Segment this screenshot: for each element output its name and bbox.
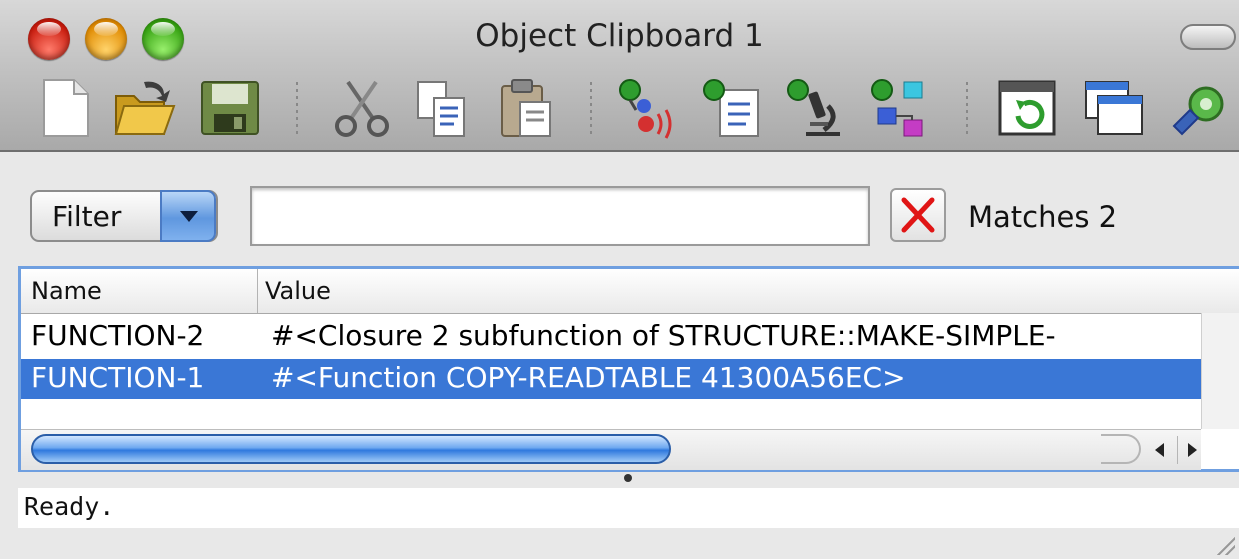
copy-icon[interactable] [410, 76, 470, 140]
splitter-grip[interactable] [624, 474, 632, 482]
scrollbar-thumb[interactable] [31, 434, 671, 464]
scroll-right-arrow-icon[interactable] [1177, 436, 1206, 464]
main-content: Filter Matches 2 Name Value FUNCTION-2 #… [0, 152, 1239, 559]
cell-name: FUNCTION-1 [31, 361, 205, 394]
new-window-icon[interactable] [1082, 76, 1143, 140]
inspect-graph-icon[interactable] [868, 76, 928, 140]
cell-name: FUNCTION-2 [31, 319, 205, 352]
matches-indicator: Matches 2 [968, 200, 1117, 234]
open-folder-icon[interactable] [112, 76, 176, 140]
filter-mode-label: Filter [52, 200, 122, 233]
vertical-scrollbar[interactable] [1201, 313, 1239, 429]
title-bar: Object Clipboard 1 [0, 0, 1239, 152]
clipboard-table: Name Value FUNCTION-2 #<Closure 2 subfun… [18, 266, 1239, 472]
table-header: Name Value [21, 269, 1239, 314]
close-icon [901, 197, 935, 233]
object-clipboard-window: Object Clipboard 1 Filter Matches 2 Name… [0, 0, 1239, 559]
column-header-value[interactable]: Value [265, 277, 331, 305]
column-divider[interactable] [257, 269, 258, 313]
toolbar-separator [590, 82, 592, 134]
resize-grip-icon[interactable] [1215, 535, 1235, 555]
inspect-signal-icon[interactable] [616, 76, 676, 140]
status-bar: Ready. [18, 488, 1239, 528]
chevron-down-icon[interactable] [160, 190, 216, 242]
cut-scissors-icon[interactable] [330, 76, 390, 140]
clear-filter-button[interactable] [890, 188, 946, 242]
toolbar-separator [296, 82, 298, 134]
matches-count: 2 [1098, 200, 1118, 234]
inspect-list-icon[interactable] [700, 76, 760, 140]
table-row-selected[interactable]: FUNCTION-1 #<Function COPY-READTABLE 413… [21, 359, 1201, 399]
filter-search-input[interactable] [250, 186, 870, 246]
save-disk-icon[interactable] [198, 76, 259, 140]
inspect-microscope-icon[interactable] [784, 76, 844, 140]
toolbar-toggle-button[interactable] [1180, 24, 1236, 50]
table-row[interactable]: FUNCTION-2 #<Closure 2 subfunction of ST… [21, 317, 1201, 357]
paste-icon[interactable] [494, 76, 554, 140]
matches-label: Matches [968, 200, 1090, 234]
window-title: Object Clipboard 1 [475, 18, 764, 54]
new-document-icon[interactable] [36, 76, 96, 140]
toolbar-separator [966, 82, 968, 134]
column-header-name[interactable]: Name [31, 277, 102, 305]
cell-value: #<Closure 2 subfunction of STRUCTURE::MA… [271, 319, 1056, 352]
status-text: Ready. [24, 492, 115, 521]
scroll-left-arrow-icon[interactable] [1146, 436, 1174, 464]
cell-value: #<Function COPY-READTABLE 41300A56EC> [271, 361, 906, 394]
refresh-window-icon[interactable] [996, 76, 1056, 140]
scrollbar-track-end [1101, 434, 1141, 464]
horizontal-scrollbar[interactable] [21, 429, 1201, 470]
filter-mode-dropdown[interactable]: Filter [30, 190, 218, 242]
preferences-gear-icon[interactable] [1168, 76, 1228, 140]
